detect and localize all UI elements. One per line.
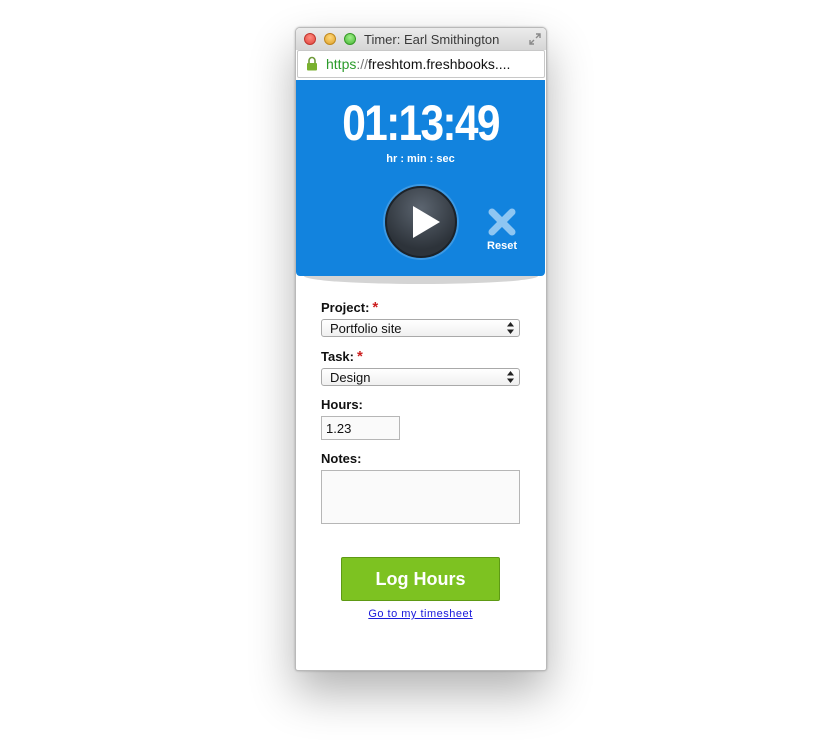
select-arrows-icon [507, 322, 514, 334]
task-select[interactable]: Design [321, 368, 520, 386]
hours-input[interactable]: 1.23 [321, 416, 400, 440]
select-arrows-icon [507, 371, 514, 383]
url-separator: :// [356, 56, 369, 72]
minimize-window-button[interactable] [324, 33, 336, 45]
play-button[interactable] [385, 186, 457, 258]
timer-window: Timer: Earl Smithington https://freshtom… [295, 27, 547, 671]
close-x-icon [488, 208, 516, 236]
required-marker: * [372, 299, 379, 316]
play-icon [413, 206, 440, 238]
project-label: Project: * [321, 299, 378, 316]
window-title: Timer: Earl Smithington [364, 32, 500, 47]
task-select-value: Design [330, 370, 371, 385]
title-bar: Timer: Earl Smithington [296, 28, 546, 50]
notes-label: Notes: [321, 451, 362, 466]
project-label-text: Project: [321, 300, 370, 315]
zoom-window-button[interactable] [344, 33, 356, 45]
task-label-text: Task: [321, 349, 354, 364]
lock-icon [307, 56, 317, 71]
task-label: Task: * [321, 348, 363, 365]
timesheet-link[interactable]: Go to my timesheet [296, 608, 545, 620]
fullscreen-icon[interactable] [528, 32, 542, 46]
hours-label: Hours: [321, 397, 363, 412]
url-host: freshtom.freshbooks.... [368, 56, 511, 72]
panel-shadow-lip [304, 276, 538, 284]
timer-display: 01:13:49 [342, 95, 500, 151]
timer-units-label: hr : min : sec [386, 153, 455, 165]
url-scheme: https [326, 56, 357, 72]
project-select-value: Portfolio site [330, 321, 402, 336]
project-select[interactable]: Portfolio site [321, 319, 520, 337]
log-hours-button[interactable]: Log Hours [341, 557, 500, 601]
notes-textarea[interactable] [321, 470, 520, 524]
url-bar[interactable]: https://freshtom.freshbooks.... [297, 50, 545, 78]
required-marker: * [357, 348, 363, 365]
url-text: https://freshtom.freshbooks.... [326, 56, 542, 72]
timer-panel: 01:13:49 hr : min : sec Reset [296, 80, 545, 276]
reset-label: Reset [487, 240, 517, 252]
reset-button[interactable]: Reset [482, 206, 522, 254]
close-window-button[interactable] [304, 33, 316, 45]
